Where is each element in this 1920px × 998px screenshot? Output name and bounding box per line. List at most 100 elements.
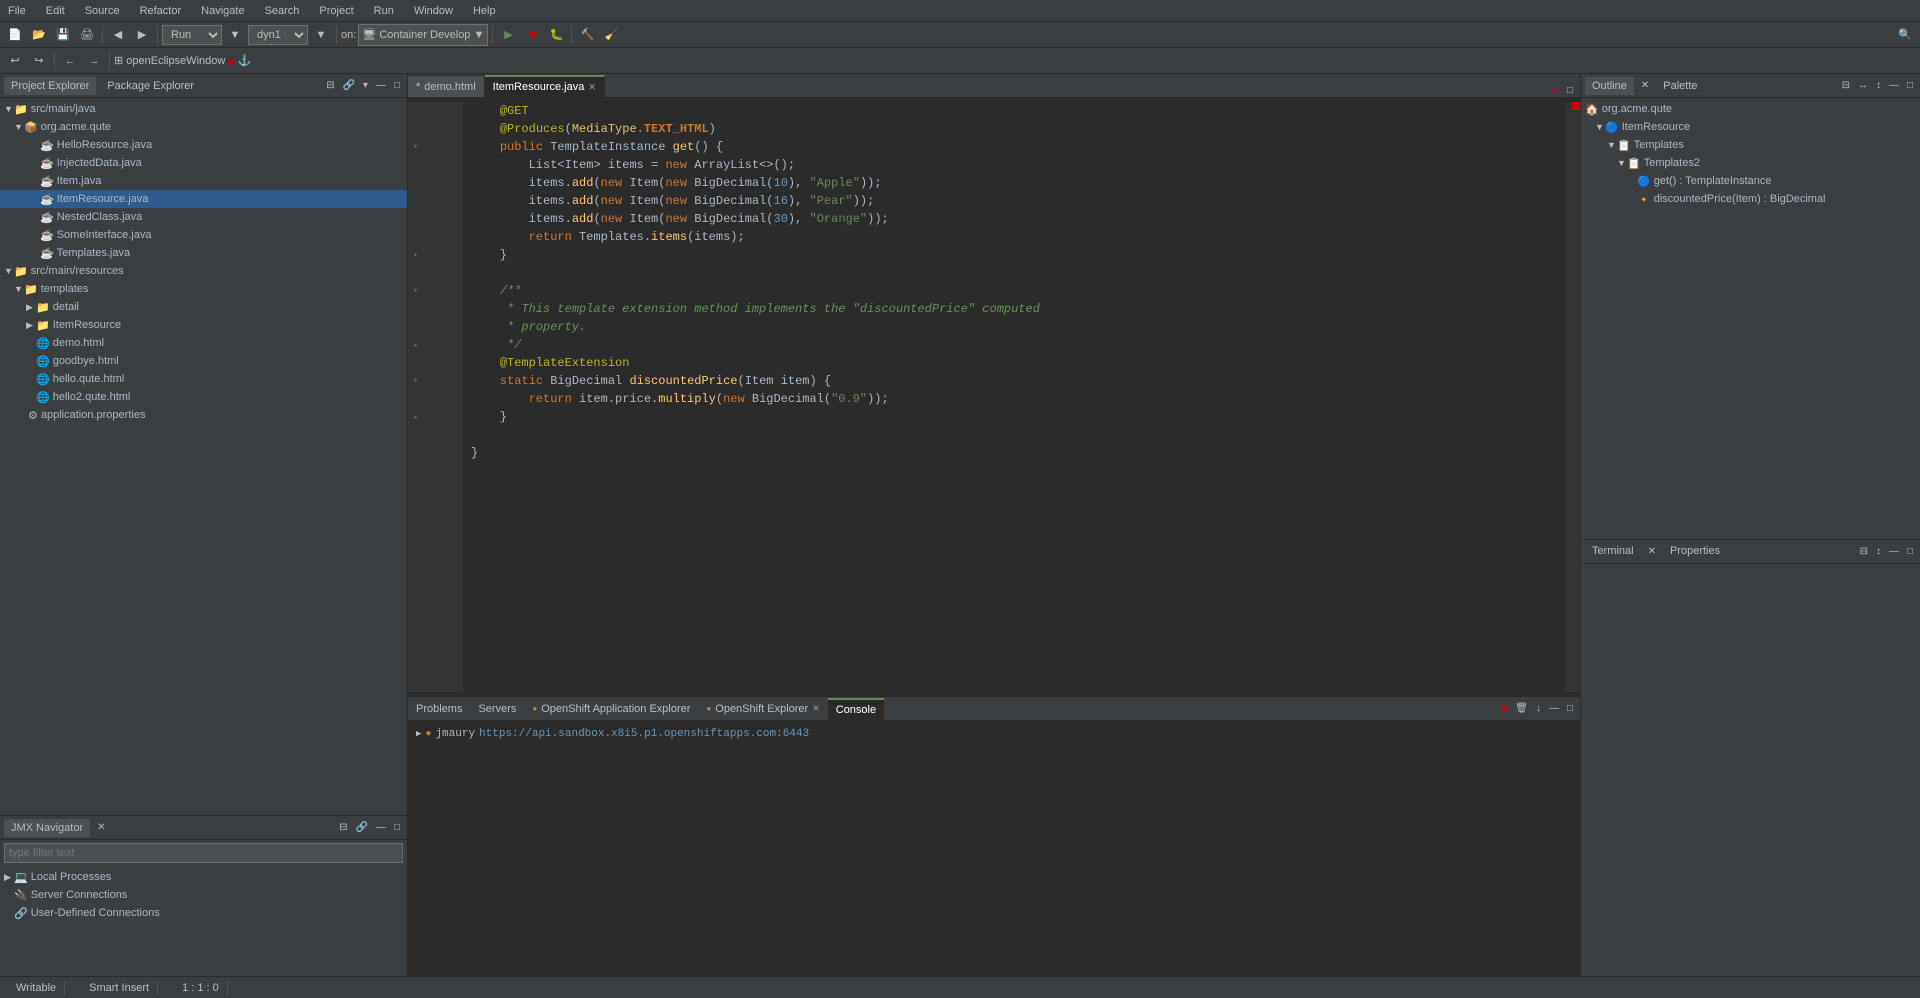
tree-item-item-java[interactable]: ☕ Item.java — [0, 172, 407, 190]
fold-7[interactable] — [408, 210, 423, 228]
outline-item-templates[interactable]: 📋 Templates — [1581, 136, 1920, 154]
explorer-menu-btn[interactable]: ▾ — [360, 79, 371, 92]
fold-19[interactable] — [408, 426, 423, 444]
outline-action-3[interactable]: ↕ — [1873, 79, 1884, 92]
run-config-select[interactable]: dyn1 — [248, 25, 308, 45]
tree-item-hello-resource[interactable]: ☕ HelloResource.java — [0, 136, 407, 154]
outline-maximize-btn[interactable]: □ — [1904, 79, 1916, 92]
tab-palette[interactable]: Palette — [1656, 77, 1704, 95]
editor-scrollbar-track[interactable] — [1565, 102, 1580, 692]
outline-item-itemresource[interactable]: 🔵 ItemResource — [1581, 118, 1920, 136]
outline-minimize-btn[interactable]: — — [1886, 79, 1902, 92]
jmx-action-2[interactable]: 🔗 — [353, 821, 371, 834]
jmx-action-1[interactable]: ⊟ — [336, 821, 350, 834]
menu-refactor[interactable]: Refactor — [136, 3, 186, 19]
br-action-1[interactable]: ⊟ — [1857, 545, 1871, 558]
fold-9[interactable]: ▴ — [408, 246, 423, 264]
fold-3[interactable]: ▾ — [408, 138, 423, 156]
outline-action-2[interactable]: ↔ — [1855, 79, 1871, 92]
save-button[interactable]: 💾 — [52, 24, 74, 46]
server-select[interactable]: 🖥 Container Develop ▼ — [358, 24, 488, 46]
tab-jmx-navigator[interactable]: JMX Navigator — [4, 819, 90, 837]
link-with-editor-btn[interactable]: 🔗 — [339, 79, 357, 92]
console-scroll-btn[interactable]: ↓ — [1533, 702, 1544, 715]
fold-14[interactable]: ▴ — [408, 336, 423, 354]
fwd-nav-btn[interactable]: → — [83, 50, 105, 72]
tab-demo-html[interactable]: * demo.html — [408, 75, 485, 97]
br-minimize-btn[interactable]: — — [1886, 545, 1902, 558]
run-btn[interactable]: ▶ — [497, 24, 519, 46]
fold-15[interactable] — [408, 354, 423, 372]
tree-item-templates-java[interactable]: ☕ Templates.java — [0, 244, 407, 262]
tab-terminal[interactable]: Terminal — [1585, 542, 1641, 560]
tree-item-itemresource-java[interactable]: ☕ ItemResource.java — [0, 190, 407, 208]
run-dropdown[interactable]: ▼ — [224, 24, 246, 46]
debug-btn[interactable]: 🐛 — [545, 24, 567, 46]
editor-maximize-btn[interactable]: □ — [1564, 84, 1576, 97]
jmx-maximize-btn[interactable]: □ — [391, 821, 403, 834]
build-btn[interactable]: 🔨 — [576, 24, 598, 46]
fold-5[interactable] — [408, 174, 423, 192]
prev-button[interactable]: ◀ — [107, 24, 129, 46]
new-button[interactable]: 📄 — [4, 24, 26, 46]
terminal-close-btn[interactable]: ✕ — [1645, 545, 1659, 558]
tree-item-nested-class[interactable]: ☕ NestedClass.java — [0, 208, 407, 226]
fold-18[interactable]: ▴ — [408, 408, 423, 426]
br-action-2[interactable]: ↕ — [1873, 545, 1884, 558]
back-nav-btn[interactable]: ← — [59, 50, 81, 72]
fold-8[interactable] — [408, 228, 423, 246]
menu-file[interactable]: File — [4, 3, 30, 19]
tab-project-explorer[interactable]: Project Explorer — [4, 77, 96, 95]
tree-item-local-processes[interactable]: 💻 Local Processes — [0, 868, 407, 886]
tab-openshift-app-explorer[interactable]: ● OpenShift Application Explorer — [524, 698, 698, 720]
itemresource-tab-close[interactable]: ✕ — [588, 82, 596, 93]
openshift-explorer-close[interactable]: ✕ — [812, 703, 820, 714]
jmx-filter-input[interactable] — [4, 843, 403, 863]
fold-10[interactable] — [408, 264, 423, 282]
console-item-jmaury[interactable]: ▶ ● jmaury https://api.sandbox.x8i5.p1.o… — [416, 725, 1572, 743]
minimize-explorer-btn[interactable]: — — [373, 79, 389, 92]
tab-problems[interactable]: Problems — [408, 698, 470, 720]
tab-openshift-explorer[interactable]: ● OpenShift Explorer ✕ — [698, 698, 827, 720]
outline-item-get-method[interactable]: 🔵 get() : TemplateInstance — [1581, 172, 1920, 190]
fold-1[interactable] — [408, 102, 423, 120]
menu-edit[interactable]: Edit — [42, 3, 69, 19]
fold-4[interactable] — [408, 156, 423, 174]
menu-source[interactable]: Source — [81, 3, 124, 19]
fold-13[interactable] — [408, 318, 423, 336]
clean-btn[interactable]: 🧹 — [600, 24, 622, 46]
tree-item-hello-qute-html[interactable]: 🌐 hello.qute.html — [0, 370, 407, 388]
tree-item-goodbye-html[interactable]: 🌐 goodbye.html — [0, 352, 407, 370]
tree-item-itemresource-folder[interactable]: 📁 ItemResource — [0, 316, 407, 334]
tree-item-user-defined[interactable]: 🔗 User-Defined Connections — [0, 904, 407, 922]
fold-6[interactable] — [408, 192, 423, 210]
tree-item-injected-data[interactable]: ☕ InjectedData.java — [0, 154, 407, 172]
search-toolbar-btn[interactable]: 🔍 — [1894, 24, 1916, 46]
tree-item-src-main-resources[interactable]: 📁 src/main/resources — [0, 262, 407, 280]
fold-11[interactable]: ▾ — [408, 282, 423, 300]
outline-action-1[interactable]: ⊟ — [1839, 79, 1853, 92]
tree-item-templates-folder[interactable]: 📁 templates — [0, 280, 407, 298]
tab-package-explorer[interactable]: Package Explorer — [100, 77, 201, 95]
print-button[interactable]: 🖨 — [76, 24, 98, 46]
tree-item-demo-html[interactable]: 🌐 demo.html — [0, 334, 407, 352]
console-clear-btn[interactable]: 🗑 — [1512, 702, 1531, 715]
code-lines-content[interactable]: @GET @Produces(MediaType.TEXT_HTML) publ… — [463, 102, 1565, 692]
run-config-dropdown[interactable]: ▼ — [310, 24, 332, 46]
tree-item-app-properties[interactable]: ⚙ application.properties — [0, 406, 407, 424]
fold-16[interactable]: ▾ — [408, 372, 423, 390]
jmx-close-btn[interactable]: ✕ — [94, 821, 108, 834]
fold-17[interactable] — [408, 390, 423, 408]
tab-properties[interactable]: Properties — [1663, 542, 1727, 560]
menu-project[interactable]: Project — [315, 3, 357, 19]
code-editor[interactable]: ▾ ▴ ▾ ▴ ▾ — [408, 98, 1580, 696]
tab-console[interactable]: Console — [828, 698, 884, 720]
tree-item-server-connections[interactable]: 🔌 Server Connections — [0, 886, 407, 904]
fold-20[interactable] — [408, 444, 423, 462]
menu-help[interactable]: Help — [469, 3, 500, 19]
tree-item-src-main-java[interactable]: 📁 src/main/java — [0, 100, 407, 118]
maximize-explorer-btn[interactable]: □ — [391, 79, 403, 92]
fold-2[interactable] — [408, 120, 423, 138]
outline-item-templates2[interactable]: 📋 Templates2 — [1581, 154, 1920, 172]
menu-window[interactable]: Window — [410, 3, 457, 19]
